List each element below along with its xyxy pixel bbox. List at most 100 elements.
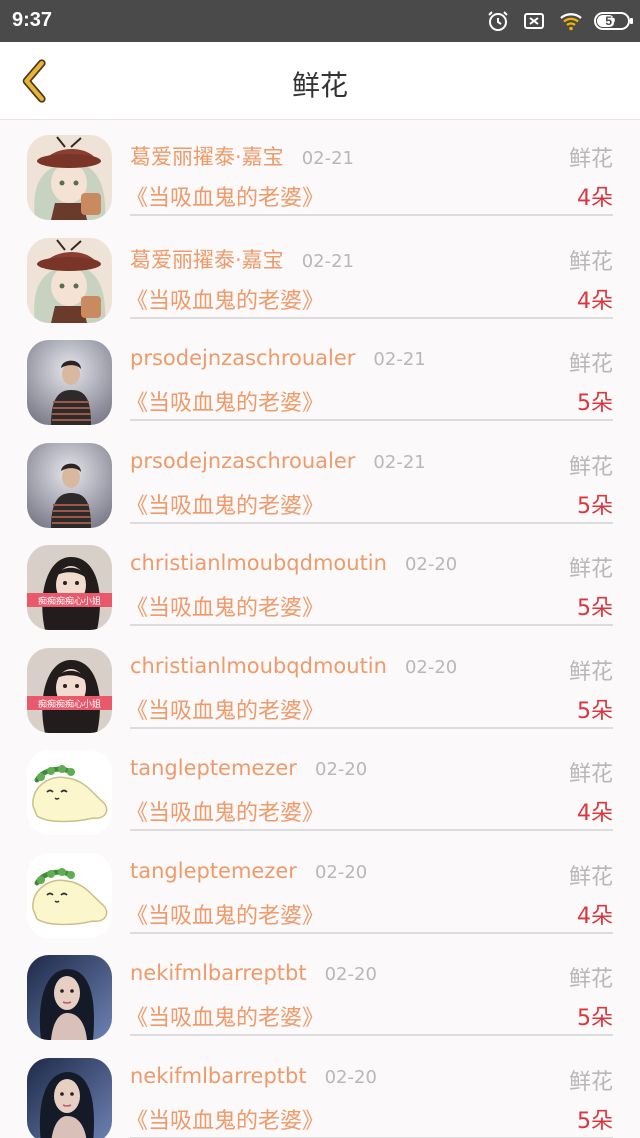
gift-date: 02-20 [324, 1066, 377, 1088]
avatar[interactable] [27, 1057, 112, 1138]
avatar[interactable] [27, 340, 112, 425]
list-item[interactable]: 痴痴痴痴心小姐 christianlmoubqdmoutin 02-20 鲜花 《… [0, 531, 640, 634]
avatar-image [27, 1057, 112, 1138]
book-title[interactable]: 《当吸血鬼的老婆》 [126, 385, 324, 417]
user-name[interactable]: prsodejnzaschroualer 02-21 [130, 346, 426, 370]
gift-category: 鲜花 [568, 352, 613, 377]
gift-date: 02-21 [301, 250, 354, 272]
book-title[interactable]: 《当吸血鬼的老婆》 [126, 180, 324, 212]
book-title[interactable]: 《当吸血鬼的老婆》 [126, 590, 324, 622]
avatar-image: 痴痴痴痴心小姐 [27, 647, 112, 733]
flower-count: 4朵 [577, 288, 613, 314]
book-title[interactable]: 《当吸血鬼的老婆》 [126, 795, 324, 827]
user-name[interactable]: 葛爱丽擢泰·嘉宝 02-21 [130, 244, 354, 274]
avatar[interactable] [27, 135, 112, 220]
list-item[interactable]: nekifmlbarreptbt 02-20 鲜花 《当吸血鬼的老婆》 5朵 [0, 1044, 640, 1138]
list-item[interactable]: tangleptemezer 02-20 鲜花 《当吸血鬼的老婆》 4朵 [0, 736, 640, 839]
list-item-content: nekifmlbarreptbt 02-20 鲜花 《当吸血鬼的老婆》 5朵 [126, 955, 613, 1036]
avatar[interactable]: 痴痴痴痴心小姐 [27, 545, 112, 630]
flower-count: 5朵 [577, 596, 613, 621]
no-sim-icon [522, 9, 546, 33]
user-name-text: tangleptemezer [130, 858, 297, 883]
gift-date: 02-20 [314, 759, 368, 780]
svg-text:痴痴痴痴心小姐: 痴痴痴痴心小姐 [38, 698, 101, 710]
gift-category: 鲜花 [568, 249, 613, 275]
avatar[interactable] [27, 442, 112, 528]
user-name[interactable]: nekifmlbarreptbt 02-20 [130, 961, 377, 985]
gift-date: 02-20 [314, 861, 368, 883]
list-item-content: christianlmoubqdmoutin 02-20 鲜花 《当吸血鬼的老婆》… [126, 648, 613, 729]
flower-count: 4朵 [577, 903, 613, 929]
avatar-image [27, 442, 112, 528]
svg-text:痴痴痴痴心小姐: 痴痴痴痴心小姐 [38, 595, 101, 607]
avatar[interactable]: 痴痴痴痴心小姐 [27, 647, 112, 733]
avatar[interactable] [27, 750, 112, 835]
gift-date: 02-21 [373, 451, 426, 473]
user-name-text: nekifmlbarreptbt [130, 1063, 307, 1088]
app-header: 鲜花 [0, 42, 640, 120]
avatar[interactable] [27, 852, 112, 938]
avatar-image [27, 852, 112, 938]
avatar-image [27, 237, 112, 323]
alarm-icon [486, 9, 510, 33]
user-name[interactable]: 葛爱丽擢泰·嘉宝 02-21 [130, 141, 354, 171]
user-name[interactable]: christianlmoubqdmoutin 02-20 [130, 551, 457, 575]
user-name-text: 葛爱丽擢泰·嘉宝 [130, 145, 284, 169]
book-title[interactable]: 《当吸血鬼的老婆》 [126, 693, 324, 725]
book-title[interactable]: 《当吸血鬼的老婆》 [126, 1103, 324, 1135]
flower-count: 4朵 [577, 801, 613, 826]
user-name[interactable]: prsodejnzaschroualer 02-21 [130, 449, 426, 473]
user-name-text: prsodejnzaschroualer [130, 346, 356, 370]
avatar[interactable] [27, 955, 112, 1040]
flower-count: 4朵 [577, 186, 613, 211]
flower-count: 5朵 [577, 1006, 613, 1031]
user-name[interactable]: nekifmlbarreptbt 02-20 [130, 1064, 377, 1088]
list-item-content: prsodejnzaschroualer 02-21 鲜花 《当吸血鬼的老婆》 5… [126, 340, 613, 421]
list-item[interactable]: 葛爱丽擢泰·嘉宝 02-21 鲜花 《当吸血鬼的老婆》 4朵 [0, 224, 640, 327]
gift-category: 鲜花 [568, 454, 613, 480]
list-item-content: prsodejnzaschroualer 02-21 鲜花 《当吸血鬼的老婆》 5… [126, 443, 613, 524]
gift-date: 02-21 [301, 148, 354, 169]
gift-category: 鲜花 [568, 1069, 613, 1095]
gift-category: 鲜花 [568, 762, 613, 787]
gift-category: 鲜花 [568, 147, 613, 172]
gift-date: 02-20 [404, 656, 458, 678]
user-name-text: christianlmoubqdmoutin [130, 551, 387, 575]
user-name[interactable]: tangleptemezer 02-20 [130, 756, 367, 780]
user-name[interactable]: christianlmoubqdmoutin 02-20 [130, 654, 457, 678]
gift-category: 鲜花 [568, 864, 613, 890]
avatar-image [27, 340, 112, 425]
avatar[interactable] [27, 237, 112, 323]
user-name-text: nekifmlbarreptbt [130, 961, 307, 985]
list-item[interactable]: 痴痴痴痴心小姐 christianlmoubqdmoutin 02-20 鲜花 《… [0, 634, 640, 737]
list-item[interactable]: prsodejnzaschroualer 02-21 鲜花 《当吸血鬼的老婆》 5… [0, 429, 640, 532]
list-item-content: 葛爱丽擢泰·嘉宝 02-21 鲜花 《当吸血鬼的老婆》 4朵 [126, 238, 613, 319]
status-time: 9:37 [12, 9, 53, 31]
list-item[interactable]: prsodejnzaschroualer 02-21 鲜花 《当吸血鬼的老婆》 5… [0, 326, 640, 429]
battery-icon: 57 [594, 12, 633, 30]
list-item[interactable]: 葛爱丽擢泰·嘉宝 02-21 鲜花 《当吸血鬼的老婆》 4朵 [0, 121, 640, 224]
book-title[interactable]: 《当吸血鬼的老婆》 [126, 898, 324, 930]
list-item[interactable]: tangleptemezer 02-20 鲜花 《当吸血鬼的老婆》 4朵 [0, 839, 640, 942]
status-bar: 9:37 57 [0, 0, 640, 42]
user-name[interactable]: tangleptemezer 02-20 [130, 859, 367, 883]
avatar-image [27, 135, 112, 220]
wifi-icon [558, 9, 582, 33]
list-item-content: nekifmlbarreptbt 02-20 鲜花 《当吸血鬼的老婆》 5朵 [126, 1058, 613, 1138]
list-item-content: tangleptemezer 02-20 鲜花 《当吸血鬼的老婆》 4朵 [126, 853, 613, 934]
gift-date: 02-20 [324, 964, 377, 985]
user-name-text: 葛爱丽擢泰·嘉宝 [130, 247, 284, 272]
list-item-content: tangleptemezer 02-20 鲜花 《当吸血鬼的老婆》 4朵 [126, 750, 613, 831]
flower-gift-list: 葛爱丽擢泰·嘉宝 02-21 鲜花 《当吸血鬼的老婆》 4朵 葛爱丽擢泰·嘉宝 02… [0, 121, 640, 1138]
avatar-image [27, 750, 112, 835]
book-title[interactable]: 《当吸血鬼的老婆》 [126, 488, 324, 520]
gift-date: 02-20 [404, 554, 458, 575]
avatar-image [27, 955, 112, 1040]
list-item[interactable]: nekifmlbarreptbt 02-20 鲜花 《当吸血鬼的老婆》 5朵 [0, 941, 640, 1044]
flower-count: 5朵 [577, 493, 613, 519]
battery-level: 57 [605, 14, 619, 28]
gift-category: 鲜花 [568, 557, 613, 582]
book-title[interactable]: 《当吸血鬼的老婆》 [126, 283, 324, 315]
user-name-text: prsodejnzaschroualer [130, 448, 356, 473]
book-title[interactable]: 《当吸血鬼的老婆》 [126, 1000, 324, 1032]
